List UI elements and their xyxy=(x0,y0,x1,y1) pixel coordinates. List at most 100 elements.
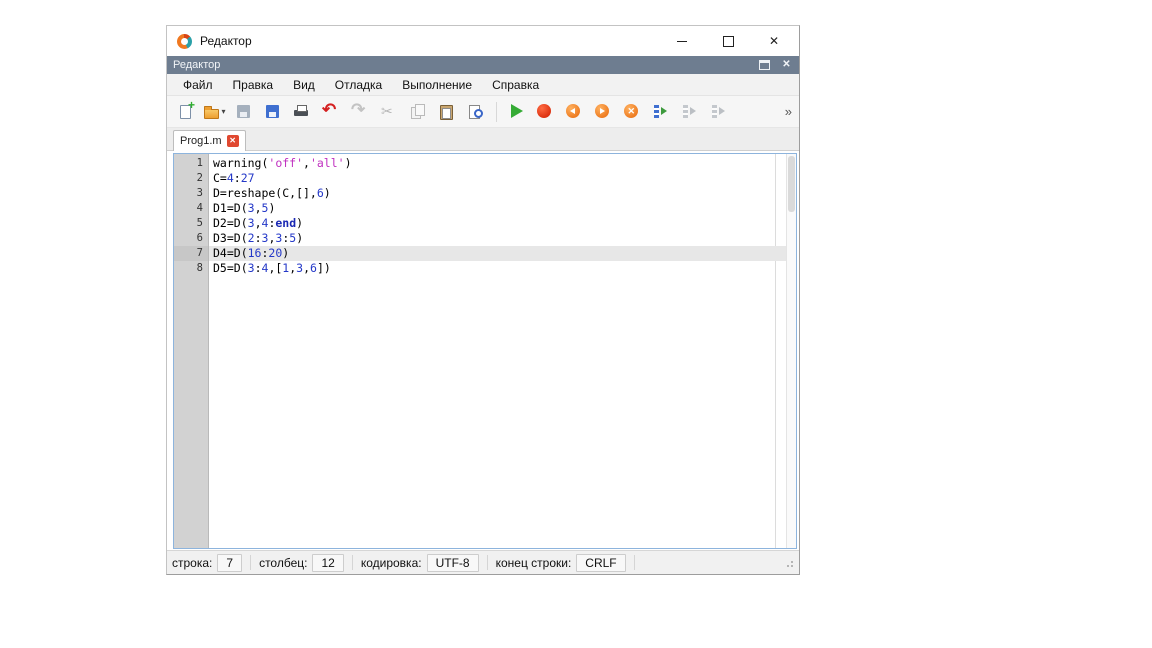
scrollbar-thumb[interactable] xyxy=(788,156,795,212)
code-token: D5=D( xyxy=(213,261,248,275)
step-button[interactable] xyxy=(647,99,674,125)
code-token: 'off' xyxy=(268,156,303,170)
menu-item-edit[interactable]: Правка xyxy=(223,74,284,95)
dock-title-bar[interactable]: Редактор ✕ xyxy=(167,56,799,74)
clear-breakpoints-button[interactable] xyxy=(618,99,645,125)
undock-button[interactable] xyxy=(758,59,771,72)
code-line-1[interactable]: warning('off','all') xyxy=(209,156,786,171)
code-token: 27 xyxy=(241,171,255,185)
clear-breakpoints-icon xyxy=(623,103,640,120)
line-number-1: 1 xyxy=(174,156,208,171)
redo-icon xyxy=(351,103,368,120)
minimize-icon xyxy=(677,41,687,42)
code-token: ) xyxy=(345,156,352,170)
code-line-8[interactable]: D5=D(3:4,[1,3,6]) xyxy=(209,261,786,276)
code-line-2[interactable]: C=4:27 xyxy=(209,171,786,186)
code-token: , xyxy=(303,261,310,275)
tab-prog1[interactable]: Prog1.m ✕ xyxy=(173,130,246,151)
code-line-6[interactable]: D3=D(2:3,3:5) xyxy=(209,231,786,246)
code-token: 2 xyxy=(248,231,255,245)
status-line-label: строка: xyxy=(172,556,212,570)
code-line-3[interactable]: D=reshape(C,[],6) xyxy=(209,186,786,201)
menu-item-run[interactable]: Выполнение xyxy=(392,74,482,95)
close-button[interactable]: ✕ xyxy=(765,32,783,50)
code-token: , xyxy=(255,201,262,215)
next-breakpoint-button[interactable] xyxy=(589,99,616,125)
step-out-icon xyxy=(710,103,727,120)
undo-button[interactable] xyxy=(317,99,344,125)
toggle-breakpoint-icon xyxy=(536,103,553,120)
maximize-button[interactable] xyxy=(719,32,737,50)
menu-item-debug[interactable]: Отладка xyxy=(325,74,392,95)
status-column-value: 12 xyxy=(312,554,343,572)
vertical-scrollbar[interactable] xyxy=(786,154,796,548)
status-eol-label: конец строки: xyxy=(496,556,572,570)
menu-item-view[interactable]: Вид xyxy=(283,74,325,95)
line-number-4: 4 xyxy=(174,201,208,216)
open-file-icon xyxy=(203,103,220,120)
editor-wrap: 12345678 warning('off','all')C=4:27D=res… xyxy=(167,151,799,550)
code-token: 6 xyxy=(310,261,317,275)
print-icon xyxy=(293,103,310,120)
open-file-dropdown-caret[interactable]: ▾ xyxy=(221,107,225,116)
code-token: 4 xyxy=(227,171,234,185)
code-token: : xyxy=(255,261,262,275)
save-as-button[interactable] xyxy=(259,99,286,125)
code-token: ) xyxy=(282,246,289,260)
tab-label: Prog1.m xyxy=(180,135,222,147)
code-token: 16 xyxy=(248,246,262,260)
run-script-button[interactable] xyxy=(502,99,529,125)
code-token: ) xyxy=(268,201,275,215)
resize-grip-icon[interactable] xyxy=(784,558,793,567)
status-bar: строка:7столбец:12кодировка:UTF-8конец с… xyxy=(167,550,799,574)
find-button[interactable] xyxy=(462,99,489,125)
code-line-7[interactable]: D4=D(16:20) xyxy=(209,246,786,261)
code-token: D=reshape(C,[], xyxy=(213,186,317,200)
status-eol-value: CRLF xyxy=(576,554,625,572)
menu-item-help[interactable]: Справка xyxy=(482,74,549,95)
code-token: C= xyxy=(213,171,227,185)
code-token: 3 xyxy=(248,216,255,230)
print-button[interactable] xyxy=(288,99,315,125)
step-in-icon xyxy=(681,103,698,120)
code-lines[interactable]: warning('off','all')C=4:27D=reshape(C,[]… xyxy=(209,154,786,548)
code-token: D1=D( xyxy=(213,201,248,215)
minimize-button[interactable] xyxy=(673,32,691,50)
code-line-5[interactable]: D2=D(3,4:end) xyxy=(209,216,786,231)
dock-title: Редактор xyxy=(173,59,220,71)
save-icon xyxy=(235,103,252,120)
copy-button[interactable] xyxy=(404,99,431,125)
cut-button[interactable] xyxy=(375,99,402,125)
maximize-icon xyxy=(723,36,734,47)
save-button[interactable] xyxy=(230,99,257,125)
code-token: 'all' xyxy=(310,156,345,170)
code-token: ) xyxy=(324,186,331,200)
new-file-button[interactable] xyxy=(172,99,199,125)
code-token: 6 xyxy=(317,186,324,200)
step-out-button[interactable] xyxy=(705,99,732,125)
code-token: ) xyxy=(296,231,303,245)
toggle-breakpoint-button[interactable] xyxy=(531,99,558,125)
code-token: , xyxy=(303,156,310,170)
open-file-button[interactable]: ▾ xyxy=(201,99,228,125)
menu-item-file[interactable]: Файл xyxy=(173,74,223,95)
prev-breakpoint-button[interactable] xyxy=(560,99,587,125)
code-token: : xyxy=(255,231,262,245)
redo-button[interactable] xyxy=(346,99,373,125)
line-number-6: 6 xyxy=(174,231,208,246)
dock-close-button[interactable]: ✕ xyxy=(780,59,793,72)
line-number-gutter: 12345678 xyxy=(174,154,209,548)
title-bar[interactable]: Редактор ✕ xyxy=(167,26,799,56)
editor-area: 12345678 warning('off','all')C=4:27D=res… xyxy=(173,153,797,549)
step-in-button[interactable] xyxy=(676,99,703,125)
toolbar: ▾» xyxy=(167,96,799,128)
menu-bar: ФайлПравкаВидОтладкаВыполнениеСправка xyxy=(167,74,799,96)
line-number-7: 7 xyxy=(174,246,208,261)
paste-button[interactable] xyxy=(433,99,460,125)
code-token: ,[ xyxy=(268,261,282,275)
tab-close-button[interactable]: ✕ xyxy=(227,135,239,147)
code-token: 3 xyxy=(248,201,255,215)
status-separator xyxy=(487,555,488,570)
code-line-4[interactable]: D1=D(3,5) xyxy=(209,201,786,216)
toolbar-overflow-button[interactable]: » xyxy=(782,104,795,119)
